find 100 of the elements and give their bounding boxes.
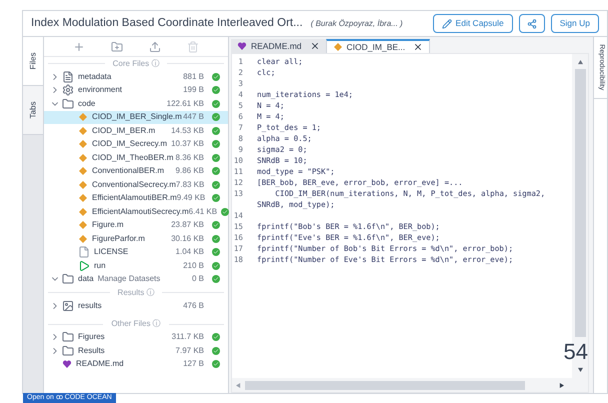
- capsule-authors: ( Burak Özpoyraz, İbra... ): [310, 18, 403, 30]
- play-icon: [78, 260, 90, 272]
- file-tree-item[interactable]: data Manage Datasets 0 B: [44, 272, 228, 286]
- scroll-down-icon[interactable]: [578, 367, 582, 372]
- gear-icon: [62, 84, 74, 96]
- editor-tab[interactable]: README.md: [231, 39, 326, 53]
- sign-up-button[interactable]: Sign Up: [550, 14, 599, 33]
- file-size: 476 B: [183, 300, 204, 312]
- file-size: 0 B: [192, 273, 204, 286]
- diamond-icon: [78, 139, 88, 150]
- file-name: CIOD_IM_TheoBER.m: [92, 152, 174, 164]
- file-tree-item[interactable]: EfficientAlamoutiBER.m9.49 KB: [44, 192, 228, 205]
- image-icon: [62, 300, 74, 312]
- file-tree-item[interactable]: FigureParfor.m 30.16 KB: [44, 232, 228, 246]
- file-name: Results: [78, 344, 105, 357]
- file-size: 122.61 KB: [166, 98, 204, 110]
- file-size: 30.16 KB: [171, 232, 204, 245]
- file-name: results: [78, 300, 102, 312]
- vertical-scrollbar[interactable]: [574, 69, 586, 337]
- file-tree-item[interactable]: Results 7.97 KB: [44, 344, 228, 358]
- scroll-right-icon[interactable]: [559, 382, 564, 388]
- diamond-icon: [78, 206, 88, 217]
- diamond-icon: [78, 220, 88, 230]
- side-tab[interactable]: Tabs: [23, 86, 43, 135]
- file-size: 8.36 KB: [176, 152, 204, 164]
- file-icon: [78, 246, 90, 258]
- page-number: 54: [564, 338, 588, 366]
- section-heading: Results ⓘ: [118, 286, 154, 298]
- folder-icon: [62, 331, 74, 344]
- diamond-icon: [78, 126, 88, 136]
- pencil-icon: [442, 18, 452, 28]
- file-name: FigureParfor.m: [92, 232, 145, 245]
- file-size: 6.41 KB: [188, 206, 218, 218]
- file-name: CIOD_IM_BER.m: [92, 124, 156, 137]
- diamond-icon: [78, 180, 88, 190]
- file-size: 210 B: [183, 260, 204, 272]
- file-name: LICENSE: [94, 246, 128, 258]
- edit-capsule-button[interactable]: Edit Capsule: [432, 14, 513, 33]
- new-folder-icon[interactable]: [111, 40, 123, 52]
- editor-tab[interactable]: CIOD_IM_BE...: [326, 39, 430, 53]
- file-tree-item[interactable]: README.md 127 B: [44, 358, 228, 371]
- section-heading: Other Files ⓘ: [111, 318, 161, 330]
- diamond-icon: [78, 234, 88, 244]
- file-size: 9.49 KB: [176, 192, 206, 204]
- file-size: 127 B: [183, 358, 204, 370]
- file-tree-item[interactable]: CIOD_IM_BER_Single.m 447 B: [44, 110, 228, 124]
- file-tree-item[interactable]: EfficientAlamoutiSecrecy.m6.41 KB: [44, 205, 228, 218]
- file-name: Figure.m: [92, 219, 124, 232]
- file-tree-item[interactable]: CIOD_IM_BER.m 14.53 KB: [44, 124, 228, 138]
- capsule-title: Index Modulation Based Coordinate Interleaved Ort...: [31, 16, 303, 31]
- side-tab[interactable]: Files: [23, 37, 43, 86]
- file-tree-item[interactable]: results 476 B: [44, 299, 228, 312]
- file-name: CIOD_IM_Secrecy.m: [92, 138, 167, 150]
- diamond-icon: [78, 112, 88, 122]
- file-name: ConventionalSecrecy.m: [92, 178, 176, 191]
- close-icon[interactable]: [413, 42, 424, 52]
- file-tree-item[interactable]: metadata 881 B: [44, 70, 228, 84]
- file-name: metadata: [78, 70, 112, 83]
- file-size: 447 B: [183, 111, 204, 124]
- file-name: EfficientAlamoutiBER.m: [92, 192, 177, 204]
- file-name: run: [94, 260, 106, 272]
- manage-datasets-link[interactable]: Manage Datasets: [98, 273, 160, 286]
- document-icon: [62, 70, 74, 83]
- file-tree-item[interactable]: LICENSE 1.04 KB: [44, 246, 228, 259]
- file-size: 23.87 KB: [171, 219, 204, 232]
- file-name: environment: [78, 84, 122, 96]
- file-name: Figures: [78, 331, 105, 344]
- file-name: CIOD_IM_BER_Single.m: [92, 111, 182, 124]
- add-icon[interactable]: [73, 40, 85, 52]
- horizontal-scrollbar[interactable]: [245, 380, 525, 390]
- file-tree-item[interactable]: Figures 311.7 KB: [44, 330, 228, 344]
- file-tree-item[interactable]: code 122.61 KB: [44, 97, 228, 110]
- share-icon: [526, 18, 537, 28]
- file-tree-item[interactable]: environment 199 B: [44, 84, 228, 97]
- file-size: 9.86 KB: [176, 165, 204, 178]
- file-tree-item[interactable]: CIOD_IM_TheoBER.m 8.36 KB: [44, 151, 228, 164]
- file-tree-item[interactable]: ConventionalSecrecy.m7.83 KB: [44, 178, 228, 192]
- file-tree-item[interactable]: run 210 B: [44, 259, 228, 272]
- diamond-icon: [78, 166, 88, 176]
- file-tree-item[interactable]: ConventionalBER.m 9.86 KB: [44, 164, 228, 178]
- close-icon[interactable]: [310, 41, 320, 51]
- file-size: 7.83 KB: [176, 178, 204, 191]
- file-name: data: [78, 273, 94, 286]
- heart-icon: [237, 41, 247, 51]
- diamond-icon: [78, 193, 88, 204]
- share-button[interactable]: [518, 14, 545, 33]
- file-size: 1.04 KB: [176, 246, 204, 258]
- upload-icon[interactable]: [149, 40, 161, 52]
- scroll-up-icon[interactable]: [578, 60, 582, 65]
- file-tree-item[interactable]: Figure.m 23.87 KB: [44, 218, 228, 232]
- file-size: 7.97 KB: [176, 344, 204, 357]
- file-name: README.md: [76, 358, 124, 370]
- file-name: code: [78, 98, 96, 110]
- file-size: 199 B: [183, 84, 204, 96]
- folder-icon: [62, 344, 74, 357]
- scroll-left-icon[interactable]: [236, 382, 241, 388]
- heart-icon: [62, 359, 72, 370]
- file-name: EfficientAlamoutiSecrecy.m: [92, 206, 189, 218]
- file-tree-item[interactable]: CIOD_IM_Secrecy.m 10.37 KB: [44, 138, 228, 151]
- file-size: 881 B: [183, 70, 204, 83]
